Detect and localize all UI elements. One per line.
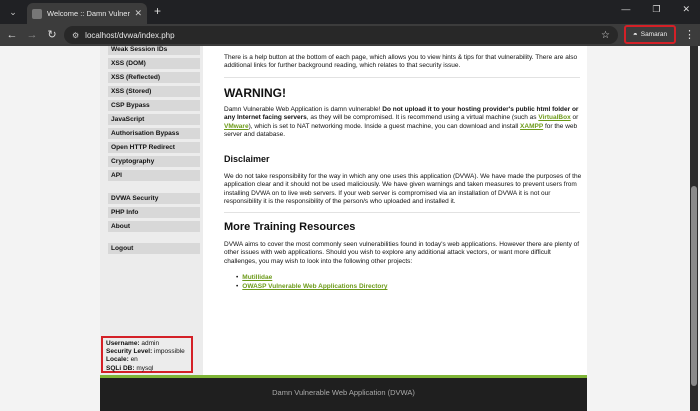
vertical-scrollbar[interactable] [690, 46, 698, 411]
favicon-icon [32, 8, 42, 19]
intro-paragraph: There is a help button at the bottom of … [224, 54, 578, 70]
list-item: Mutillidae [236, 273, 387, 282]
arrow-right-icon[interactable]: → [24, 27, 40, 43]
close-window-icon[interactable]: ✕ [682, 4, 690, 15]
profile-button[interactable]: ◓ Samaran [624, 25, 676, 44]
profile-name: Samaran [640, 31, 668, 38]
divider [224, 212, 580, 213]
close-icon[interactable]: ✕ [134, 8, 142, 19]
browser-tab[interactable]: Welcome :: Damn Vulnerable Web Applicati… [27, 3, 147, 24]
locale-value: en [128, 356, 138, 364]
incognito-icon: ◓ [632, 30, 638, 39]
user-status-box: Username: admin Security Level: impossib… [101, 336, 193, 373]
security-level-row: Security Level: impossible [106, 348, 188, 356]
warning-paragraph: Damn Vulnerable Web Application is damn … [224, 106, 584, 139]
training-heading: More Training Resources [224, 221, 356, 233]
sidebar-item-authorisation-bypass[interactable]: Authorisation Bypass [108, 128, 200, 139]
sidebar-item-weak-session-ids[interactable]: Weak Session IDs [108, 46, 200, 55]
warning-or-text: or [570, 114, 579, 122]
sidebar-item-api[interactable]: API [108, 170, 200, 181]
window-controls: — ❐ ✕ [621, 4, 690, 15]
browser-toolbar: ← → ↻ ⚙ localhost/dvwa/index.php ☆ ◓ Sam… [0, 24, 700, 46]
page-footer: Damn Vulnerable Web Application (DVWA) [100, 378, 587, 411]
minimize-icon[interactable]: — [621, 4, 630, 15]
locale-row: Locale: en [106, 356, 188, 364]
sidebar-item-logout[interactable]: Logout [108, 243, 200, 254]
sidebar-item-php-info[interactable]: PHP Info [108, 207, 200, 218]
sidebar-item-javascript[interactable]: JavaScript [108, 114, 200, 125]
arrow-left-icon[interactable]: ← [4, 27, 20, 43]
sidebar-item-cryptography[interactable]: Cryptography [108, 156, 200, 167]
warning-text-1: Damn Vulnerable Web Application is damn … [224, 106, 383, 113]
sidebar-item-xss-reflected[interactable]: XSS (Reflected) [108, 72, 200, 83]
virtualbox-link[interactable]: VirtualBox [538, 114, 570, 121]
more-vert-icon[interactable]: ⋮ [684, 27, 695, 43]
star-icon[interactable]: ☆ [601, 30, 610, 41]
mutillidae-link[interactable]: Mutillidae [242, 274, 272, 281]
list-item: OWASP Vulnerable Web Applications Direct… [236, 282, 387, 291]
warning-text-3: ), which is set to NAT networking mode. … [248, 122, 521, 130]
sqli-db-value: mysql [134, 364, 154, 372]
scrollbar-thumb[interactable] [691, 186, 697, 386]
sidebar-item-open-http-redirect[interactable]: Open HTTP Redirect [108, 142, 200, 153]
disclaimer-heading: Disclaimer [224, 154, 270, 164]
restore-icon[interactable]: ❐ [652, 4, 660, 15]
username-value: admin [139, 340, 160, 347]
sidebar-item-dvwa-security[interactable]: DVWA Security [108, 193, 200, 204]
username-row: Username: admin [106, 340, 188, 348]
site-info-icon[interactable]: ⚙ [72, 31, 79, 40]
resources-list: Mutillidae OWASP Vulnerable Web Applicat… [236, 273, 387, 291]
browser-title-bar: ⌄ Welcome :: Damn Vulnerable Web Applica… [0, 0, 700, 24]
vmware-link[interactable]: VMware [224, 123, 249, 130]
sqli-db-label: SQLi DB: [106, 364, 135, 372]
username-label: Username: [106, 340, 140, 347]
page-viewport: Weak Session IDs XSS (DOM) XSS (Reflecte… [0, 46, 700, 411]
security-level-value: impossible [152, 348, 185, 356]
address-bar[interactable]: ⚙ localhost/dvwa/index.php ☆ [64, 26, 618, 44]
url-text[interactable]: localhost/dvwa/index.php [85, 31, 601, 40]
divider [224, 77, 580, 78]
training-paragraph: DVWA aims to cover the most commonly see… [224, 241, 580, 265]
sidebar-item-xss-dom[interactable]: XSS (DOM) [108, 58, 200, 69]
xampp-link[interactable]: XAMPP [520, 123, 543, 130]
sidebar-item-xss-stored[interactable]: XSS (Stored) [108, 86, 200, 97]
tab-title: Welcome :: Damn Vulnerable Web Applicati… [47, 9, 130, 18]
security-level-label: Security Level: [106, 348, 153, 356]
reload-icon[interactable]: ↻ [44, 27, 60, 43]
sidebar-item-about[interactable]: About [108, 221, 200, 232]
warning-text-2: , as they will be compromised. It is rec… [306, 114, 539, 122]
disclaimer-paragraph: We do not take responsibility for the wa… [224, 173, 582, 205]
sidebar-item-csp-bypass[interactable]: CSP Bypass [108, 100, 200, 111]
plus-icon[interactable]: + [154, 4, 161, 18]
locale-label: Locale: [106, 356, 129, 364]
sqli-db-row: SQLi DB: mysql [106, 365, 188, 373]
chevron-down-icon[interactable]: ⌄ [6, 5, 20, 19]
owasp-directory-link[interactable]: OWASP Vulnerable Web Applications Direct… [242, 283, 387, 290]
warning-heading: WARNING! [224, 86, 286, 100]
